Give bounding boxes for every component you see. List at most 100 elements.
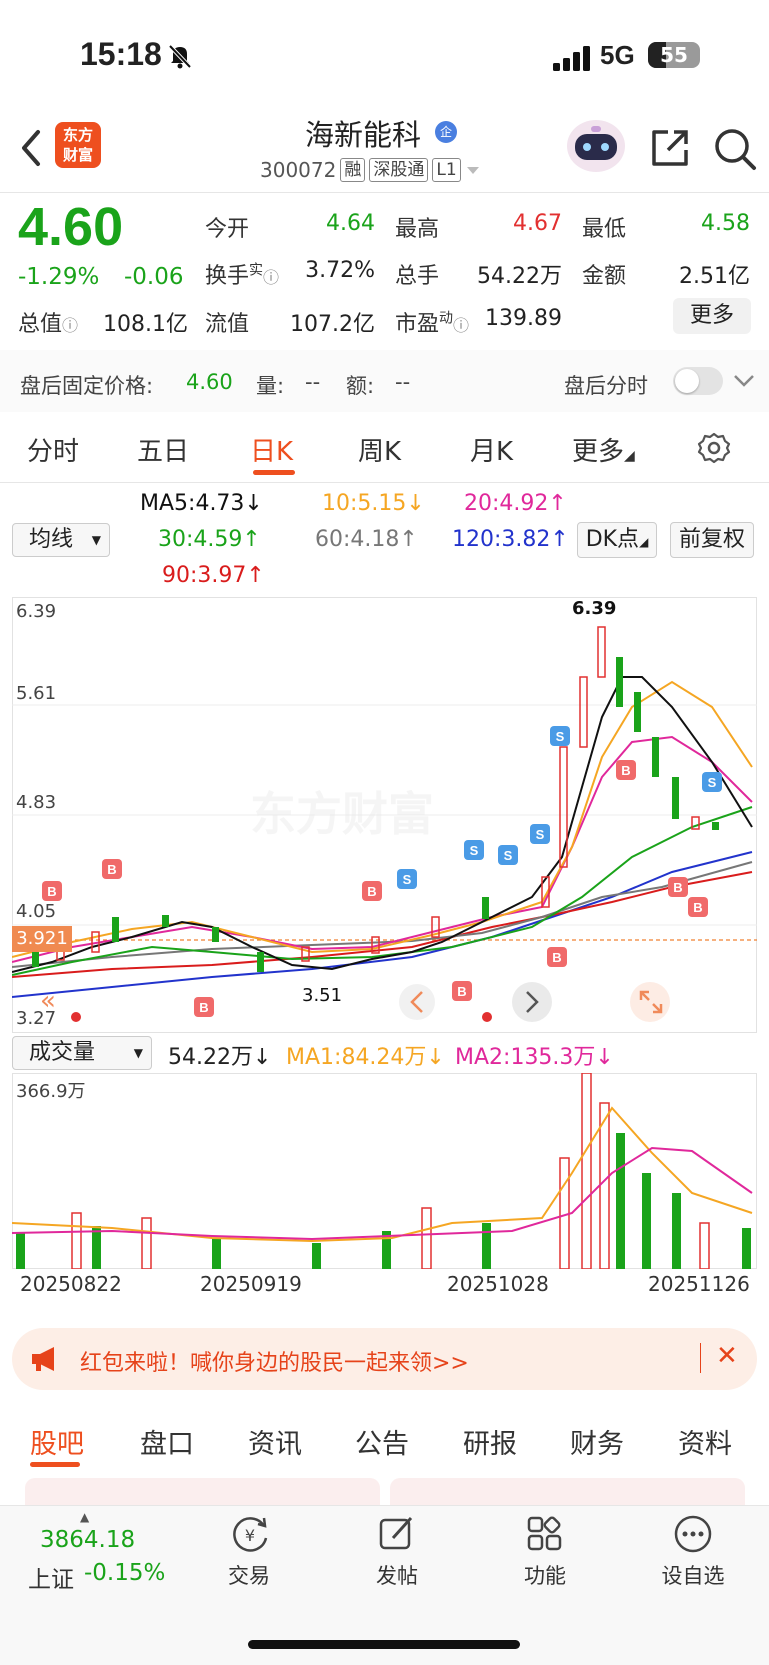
svg-text:B: B	[621, 763, 630, 778]
y-axis-3: 4.83	[16, 792, 57, 813]
tab-monthly-k[interactable]: 月K	[470, 431, 513, 468]
bs-markers: B B B S S S S S S B B B B B B	[42, 726, 722, 1017]
volume-y-max: 366.9万	[16, 1081, 86, 1102]
ma60-value: 60:4.18↑	[315, 527, 418, 552]
home-indicator	[248, 1640, 520, 1649]
low-marker: 3.51	[302, 985, 343, 1006]
amount-value: 2.51亿	[679, 264, 750, 289]
svg-text:S: S	[536, 827, 545, 842]
post-icon[interactable]	[377, 1514, 417, 1554]
tab-pankou[interactable]: 盘口	[140, 1422, 194, 1461]
expand-icon[interactable]	[637, 988, 665, 1016]
banner-text[interactable]: 红包来啦！喊你身边的股民一起来领>>	[80, 1345, 469, 1377]
after-hours-vol-label: 量:	[256, 374, 285, 398]
trade-icon[interactable]: ¥	[228, 1514, 272, 1554]
share-icon[interactable]	[648, 126, 692, 170]
tab-profile[interactable]: 资料	[678, 1422, 732, 1461]
search-icon[interactable]	[712, 126, 758, 172]
svg-text:S: S	[556, 729, 565, 744]
svg-text:B: B	[367, 884, 376, 899]
chevron-down-icon[interactable]	[733, 374, 755, 388]
tab-announcements[interactable]: 公告	[355, 1422, 409, 1461]
change-amount: -0.06	[124, 264, 184, 290]
volume-bars	[16, 1073, 751, 1269]
pe-value: 139.89	[485, 306, 562, 331]
market-cap-label: 总值ⓘ	[18, 312, 79, 337]
candles	[32, 626, 719, 972]
date-label-3: 20251028	[447, 1272, 549, 1296]
svg-text:S: S	[504, 848, 513, 863]
tag-connect: 深股通	[369, 158, 429, 182]
pe-label: 市盈动ⓘ	[395, 310, 470, 337]
chevron-down-icon	[466, 167, 479, 174]
volume-selector[interactable]: 成交量 ▼	[12, 1036, 152, 1070]
date-label-1: 20250822	[20, 1272, 122, 1296]
nav-add-watchlist[interactable]: 设自选	[648, 1560, 738, 1590]
after-hours-amt-label: 额:	[346, 374, 375, 398]
y-axis-2: 5.61	[16, 683, 57, 704]
tag-level: L1	[432, 158, 461, 182]
banner-divider	[700, 1343, 701, 1373]
index-value[interactable]: 3864.18	[40, 1527, 135, 1553]
index-name[interactable]: 上证	[28, 1560, 74, 1594]
date-label-2: 20250919	[200, 1272, 302, 1296]
svg-text:B: B	[673, 880, 682, 895]
features-icon[interactable]	[525, 1514, 565, 1554]
ma30-value: 30:4.59↑	[158, 527, 261, 552]
amount-label: 金额	[582, 264, 627, 289]
scroll-left-icon[interactable]: «	[40, 986, 56, 1016]
post-card-1[interactable]	[25, 1478, 380, 1508]
more-dots-icon[interactable]	[673, 1514, 713, 1554]
tab-weekly-k[interactable]: 周K	[358, 431, 401, 468]
ma5-value: MA5:4.73↓	[140, 491, 263, 516]
bell-muted-icon	[168, 44, 192, 69]
index-change[interactable]: -0.15%	[84, 1560, 165, 1586]
volume-ma2: MA2:135.3万↓	[455, 1045, 614, 1070]
enterprise-badge: 企	[435, 121, 457, 143]
tab-finance[interactable]: 财务	[570, 1422, 624, 1461]
change-percent: -1.29%	[18, 264, 100, 290]
tab-active-indicator	[253, 470, 295, 475]
ma90-value: 90:3.97↑	[162, 563, 265, 588]
high-value: 4.67	[513, 211, 562, 236]
ma-selector[interactable]: 均线 ▼	[12, 523, 110, 557]
nav-post[interactable]: 发帖	[352, 1560, 442, 1590]
svg-text:B: B	[47, 884, 56, 899]
float-cap-label: 流值	[205, 312, 250, 337]
post-card-2[interactable]	[390, 1478, 745, 1508]
volume-chart	[12, 1073, 753, 1269]
tab-research[interactable]: 研报	[463, 1422, 517, 1461]
svg-text:S: S	[470, 843, 479, 858]
high-label: 最高	[395, 217, 440, 242]
volume-value: 54.22万	[477, 264, 562, 289]
tab-guba[interactable]: 股吧	[30, 1422, 84, 1461]
after-hours-toggle[interactable]	[673, 367, 723, 395]
tab-daily-k[interactable]: 日K	[250, 431, 293, 468]
adjust-button[interactable]: 前复权	[670, 522, 754, 558]
nav-features[interactable]: 功能	[500, 1560, 590, 1590]
tab-news[interactable]: 资讯	[248, 1422, 302, 1461]
y-axis-4: 4.05	[16, 901, 57, 922]
close-icon[interactable]: ✕	[716, 1341, 738, 1371]
volume-current: 54.22万↓	[168, 1045, 272, 1070]
dk-point-button[interactable]: DK点◢	[577, 522, 657, 558]
gear-icon[interactable]	[697, 431, 731, 465]
nav-trade[interactable]: 交易	[204, 1560, 294, 1590]
tab-more[interactable]: 更多◢	[572, 431, 635, 468]
battery-icon: 55	[648, 42, 700, 68]
volume-label: 总手	[395, 264, 440, 289]
tab-timeshare[interactable]: 分时	[27, 431, 79, 468]
tag-margin: 融	[340, 158, 366, 182]
more-button[interactable]: 更多	[673, 298, 751, 334]
stock-code-row[interactable]: 300072 融 深股通 L1	[260, 158, 481, 182]
robot-assistant-icon[interactable]	[565, 118, 627, 174]
tab-five-day[interactable]: 五日	[137, 431, 189, 468]
svg-text:S: S	[403, 872, 412, 887]
high-marker: 6.39	[572, 598, 617, 619]
stock-name: 海新能科	[305, 118, 422, 152]
back-icon[interactable]	[18, 128, 44, 168]
low-value: 4.58	[701, 211, 750, 236]
low-label: 最低	[582, 217, 627, 242]
svg-text:B: B	[693, 900, 702, 915]
svg-text:B: B	[107, 862, 116, 877]
